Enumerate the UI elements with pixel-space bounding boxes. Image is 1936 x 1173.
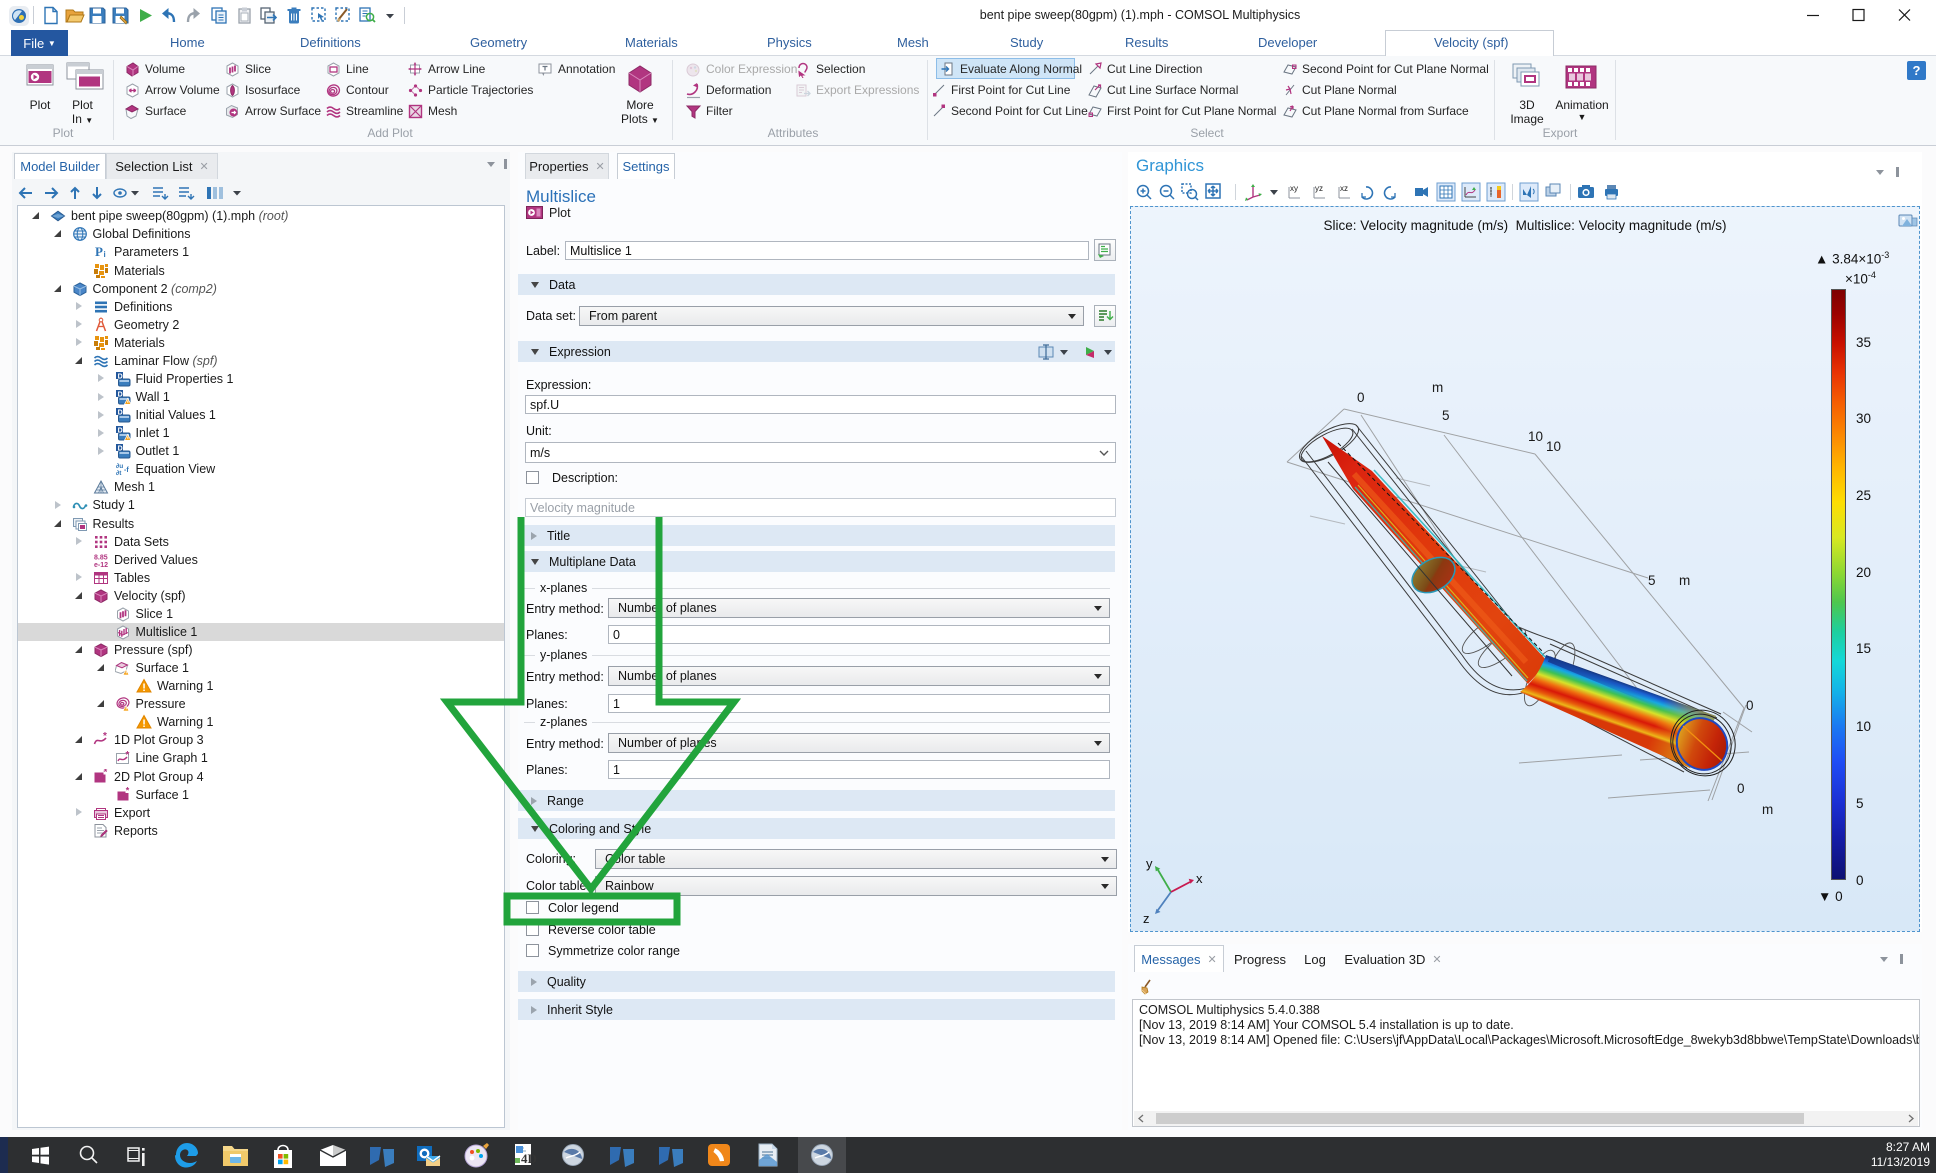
svg-text:P: P <box>95 244 103 259</box>
svg-text:-f: -f <box>124 467 129 474</box>
svg-text:*: * <box>104 769 108 777</box>
svg-text:xz: xz <box>1340 184 1348 193</box>
svg-text:*: * <box>125 750 129 761</box>
svg-text:*: * <box>125 787 129 795</box>
svg-text:*: * <box>103 732 107 742</box>
svg-text:8.85: 8.85 <box>94 554 108 561</box>
svg-text:xy: xy <box>1290 184 1298 193</box>
svg-text:4D: 4D <box>521 1151 537 1166</box>
svg-text:i: i <box>104 250 106 259</box>
svg-text:yz: yz <box>1315 184 1323 193</box>
svg-text:∂t: ∂t <box>116 470 122 477</box>
svg-text:∂u: ∂u <box>116 463 123 470</box>
svg-text:e-12: e-12 <box>94 562 108 568</box>
